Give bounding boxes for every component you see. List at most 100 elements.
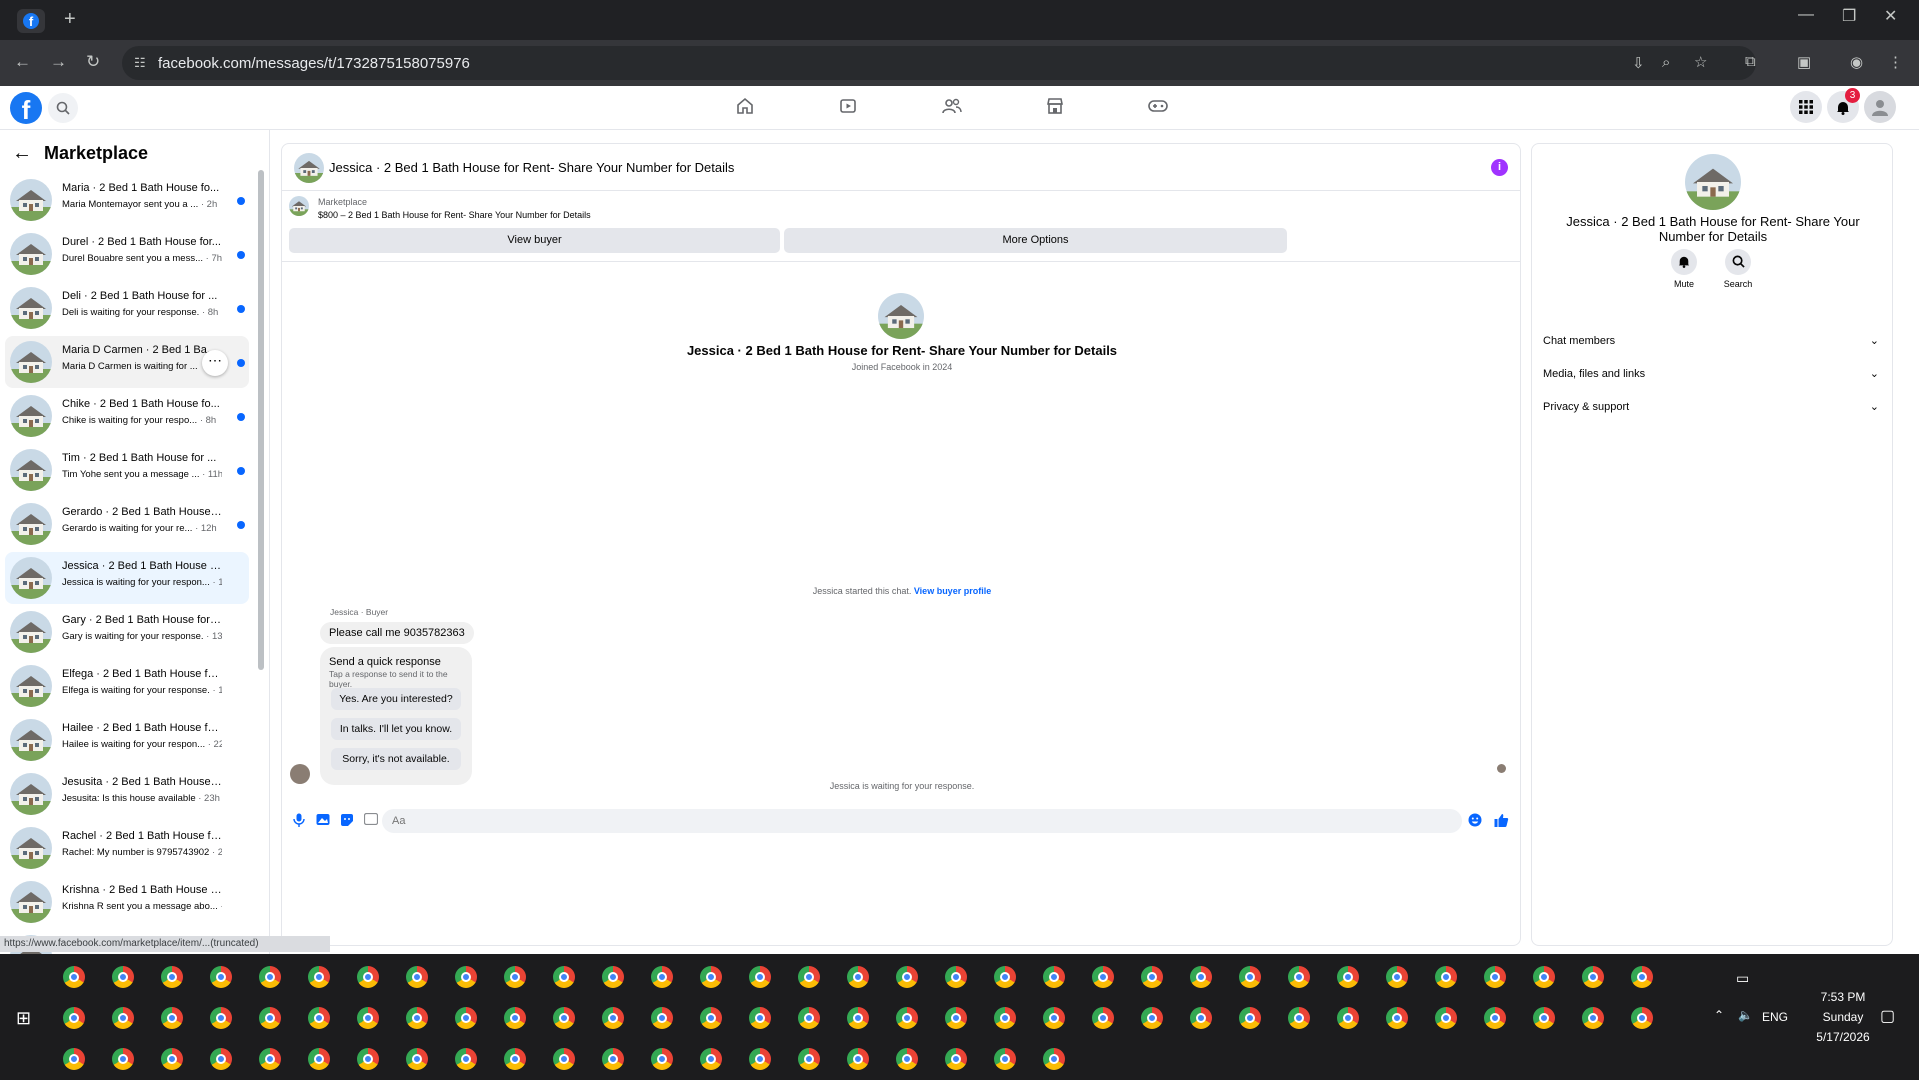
conversation-item[interactable]: Deli · 2 Bed 1 Bath House for ... Deli is… [5,282,249,334]
bell-icon[interactable] [1671,249,1697,275]
chat-title[interactable]: Jessica · 2 Bed 1 Bath House for Rent- S… [329,160,734,175]
listing-price-title[interactable]: $800 – 2 Bed 1 Bath House for Rent- Shar… [318,210,591,220]
chrome-app-icon[interactable] [63,1048,85,1070]
chrome-app-icon[interactable] [553,1048,575,1070]
chrome-app-icon[interactable] [1043,1048,1065,1070]
clock-time[interactable]: 7:53 PM [1808,990,1878,1004]
chrome-app-icon[interactable] [1533,966,1555,988]
reload-icon[interactable]: ↻ [86,52,100,72]
chrome-app-icon[interactable] [700,966,722,988]
message-input[interactable] [382,809,1462,833]
address-bar[interactable]: ☷ facebook.com/messages/t/17328751580759… [122,46,1756,80]
chrome-app-icon[interactable] [161,966,183,988]
chrome-app-icon[interactable] [700,1048,722,1070]
gif-icon[interactable] [363,812,379,827]
chrome-app-icon[interactable] [63,966,85,988]
chrome-app-icon[interactable] [1582,966,1604,988]
chrome-app-icon[interactable] [406,1048,428,1070]
chat-avatar[interactable] [294,153,324,183]
chrome-app-icon[interactable] [1141,1007,1163,1029]
chrome-app-icon[interactable] [1239,1007,1261,1029]
chrome-app-icon[interactable] [1484,1007,1506,1029]
chrome-app-icon[interactable] [1631,1007,1653,1029]
chrome-app-icon[interactable] [161,1007,183,1029]
media-files-links-section[interactable]: Media, files and links ⌄ [1543,368,1883,388]
back-arrow-icon[interactable]: ← [12,142,32,165]
zoom-icon[interactable]: ⌕ [1662,54,1670,71]
notifications-bell-icon[interactable]: 3 [1827,88,1860,123]
profile-icon[interactable]: ◉ [1850,53,1863,71]
chrome-app-icon[interactable] [112,1007,134,1029]
menu-grid-icon[interactable] [1790,91,1822,123]
chrome-app-icon[interactable] [602,966,624,988]
chrome-app-icon[interactable] [1435,1007,1457,1029]
conversation-item[interactable]: Hailee · 2 Bed 1 Bath House for ... Haile… [5,714,249,766]
sidebar-scrollbar[interactable] [257,130,265,954]
chrome-app-icon[interactable] [749,966,771,988]
chrome-app-icon[interactable] [1484,966,1506,988]
view-buyer-profile-link[interactable]: View buyer profile [914,586,991,596]
volume-icon[interactable]: 🔈 [1738,1008,1753,1022]
conversation-item[interactable]: Krishna · 2 Bed 1 Bath House fo... Krishn… [5,876,249,928]
listing-thumbnail[interactable] [289,196,309,216]
install-icon[interactable]: ⇩ [1632,54,1645,72]
facebook-logo-icon[interactable]: f [10,92,42,124]
details-avatar[interactable] [1685,154,1741,210]
account-avatar[interactable] [1864,91,1896,123]
chrome-app-icon[interactable] [259,1048,281,1070]
chrome-app-icon[interactable] [357,1007,379,1029]
video-icon[interactable] [833,96,863,120]
chrome-app-icon[interactable] [994,1007,1016,1029]
chrome-app-icon[interactable] [1190,966,1212,988]
search-action[interactable]: Search [1718,249,1758,289]
chrome-app-icon[interactable] [994,966,1016,988]
quick-reply-yes-button[interactable]: Yes. Are you interested? [331,688,461,710]
chat-members-section[interactable]: Chat members ⌄ [1543,335,1883,355]
chrome-app-icon[interactable] [1239,966,1261,988]
chrome-app-icon[interactable] [847,1007,869,1029]
close-window-icon[interactable]: ✕ [1884,6,1897,26]
chrome-app-icon[interactable] [504,1048,526,1070]
minimize-icon[interactable]: — [1798,6,1814,24]
chrome-app-icon[interactable] [651,1048,673,1070]
chrome-app-icon[interactable] [602,1007,624,1029]
search-icon[interactable] [48,93,78,123]
quick-reply-sorry-button[interactable]: Sorry, it's not available. [331,748,461,770]
chrome-app-icon[interactable] [259,1007,281,1029]
chrome-app-icon[interactable] [896,1007,918,1029]
conversation-item[interactable]: Jesusita · 2 Bed 1 Bath House fo... Jesus… [5,768,249,820]
chrome-app-icon[interactable] [651,966,673,988]
chrome-app-icon[interactable] [161,1048,183,1070]
chrome-app-icon[interactable] [259,966,281,988]
side-panel-icon[interactable]: ▣ [1797,53,1811,71]
chrome-app-icon[interactable] [504,1007,526,1029]
thumbs-up-icon[interactable] [1494,813,1509,827]
microphone-icon[interactable] [292,813,306,827]
chrome-app-icon[interactable] [1043,966,1065,988]
conversation-item[interactable]: Elfega · 2 Bed 1 Bath House for ... Elfeg… [5,660,249,712]
chrome-app-icon[interactable] [504,966,526,988]
site-info-icon[interactable]: ☷ [134,55,146,71]
info-icon[interactable]: i [1491,159,1508,176]
more-options-button[interactable]: More Options [784,228,1287,253]
chrome-app-icon[interactable] [210,966,232,988]
conversation-item[interactable]: Gary · 2 Bed 1 Bath House for R... Gary i… [5,606,249,658]
chrome-app-icon[interactable] [308,1007,330,1029]
gaming-icon[interactable] [1143,96,1173,120]
chrome-app-icon[interactable] [455,1007,477,1029]
buyer-avatar[interactable] [878,293,924,339]
conversation-item[interactable]: Gerardo · 2 Bed 1 Bath House ... Gerardo … [5,498,249,550]
friends-icon[interactable] [937,96,967,120]
scrollbar-thumb[interactable] [258,170,264,670]
restore-icon[interactable]: ❐ [1842,6,1856,26]
marketplace-icon[interactable] [1040,96,1070,120]
chrome-app-icon[interactable] [1533,1007,1555,1029]
extensions-icon[interactable]: ⧉ [1745,53,1756,70]
chrome-app-icon[interactable] [112,1048,134,1070]
chrome-app-icon[interactable] [1337,1007,1359,1029]
bookmark-star-icon[interactable]: ☆ [1694,53,1707,71]
incoming-message[interactable]: Please call me 9035782363 [320,622,474,644]
home-icon[interactable] [730,96,760,120]
chrome-app-icon[interactable] [406,1007,428,1029]
menu-kebab-icon[interactable]: ⋮ [1888,53,1903,71]
